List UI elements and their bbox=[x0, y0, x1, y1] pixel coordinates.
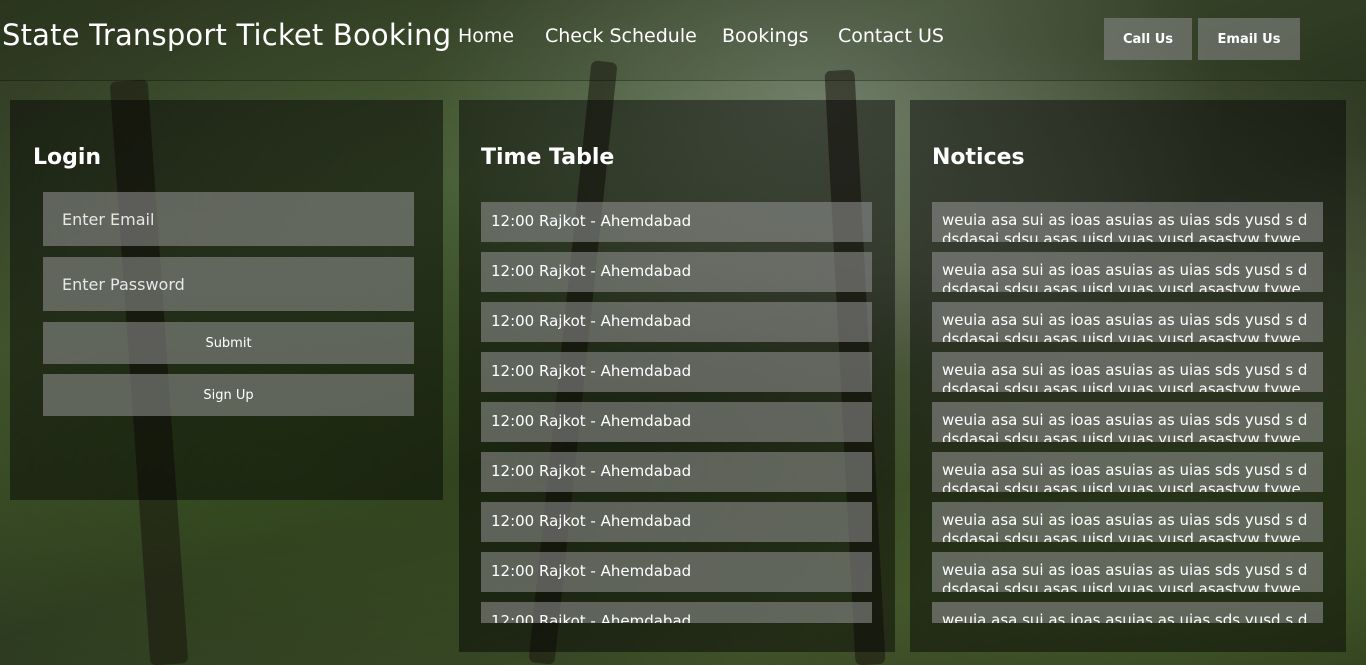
timetable-item: 12:00 Rajkot - Ahemdabad bbox=[481, 302, 872, 342]
notice-item: weuia asa sui as ioas asuias as uias sds… bbox=[932, 502, 1323, 542]
timetable-item: 12:00 Rajkot - Ahemdabad bbox=[481, 252, 872, 292]
timetable-item: 12:00 Rajkot - Ahemdabad bbox=[481, 452, 872, 492]
timetable-list[interactable]: 12:00 Rajkot - Ahemdabad 12:00 Rajkot - … bbox=[481, 202, 872, 623]
call-us-button[interactable]: Call Us bbox=[1104, 18, 1192, 60]
notice-item: weuia asa sui as ioas asuias as uias sds… bbox=[932, 202, 1323, 242]
top-navbar: State Transport Ticket Booking Home Chec… bbox=[0, 0, 1366, 81]
timetable-title: Time Table bbox=[481, 145, 615, 170]
timetable-item: 12:00 Rajkot - Ahemdabad bbox=[481, 202, 872, 242]
nav-bookings[interactable]: Bookings bbox=[722, 25, 809, 47]
notice-item: weuia asa sui as ioas asuias as uias sds… bbox=[932, 452, 1323, 492]
timetable-item: 12:00 Rajkot - Ahemdabad bbox=[481, 402, 872, 442]
email-field[interactable] bbox=[43, 192, 414, 246]
notice-item: weuia asa sui as ioas asuias as uias sds… bbox=[932, 402, 1323, 442]
nav-contact-us[interactable]: Contact US bbox=[838, 25, 944, 47]
notice-item: weuia asa sui as ioas asuias as uias sds… bbox=[932, 552, 1323, 592]
brand-title[interactable]: State Transport Ticket Booking bbox=[2, 18, 451, 52]
timetable-item: 12:00 Rajkot - Ahemdabad bbox=[481, 352, 872, 392]
notice-item: weuia asa sui as ioas asuias as uias sds… bbox=[932, 352, 1323, 392]
timetable-item: 12:00 Rajkot - Ahemdabad bbox=[481, 602, 872, 623]
timetable-item: 12:00 Rajkot - Ahemdabad bbox=[481, 552, 872, 592]
submit-button[interactable]: Submit bbox=[43, 322, 414, 364]
sign-up-button[interactable]: Sign Up bbox=[43, 374, 414, 416]
notice-item: weuia asa sui as ioas asuias as uias sds… bbox=[932, 252, 1323, 292]
login-title: Login bbox=[33, 145, 102, 170]
notices-list[interactable]: weuia asa sui as ioas asuias as uias sds… bbox=[932, 202, 1323, 623]
notice-item: weuia asa sui as ioas asuias as uias sds… bbox=[932, 302, 1323, 342]
notice-item: weuia asa sui as ioas asuias as uias sds… bbox=[932, 602, 1323, 623]
nav-home[interactable]: Home bbox=[458, 25, 514, 47]
email-us-button[interactable]: Email Us bbox=[1198, 18, 1300, 60]
nav-check-schedule[interactable]: Check Schedule bbox=[545, 25, 697, 47]
notices-title: Notices bbox=[932, 145, 1025, 170]
password-field[interactable] bbox=[43, 257, 414, 311]
timetable-item: 12:00 Rajkot - Ahemdabad bbox=[481, 502, 872, 542]
